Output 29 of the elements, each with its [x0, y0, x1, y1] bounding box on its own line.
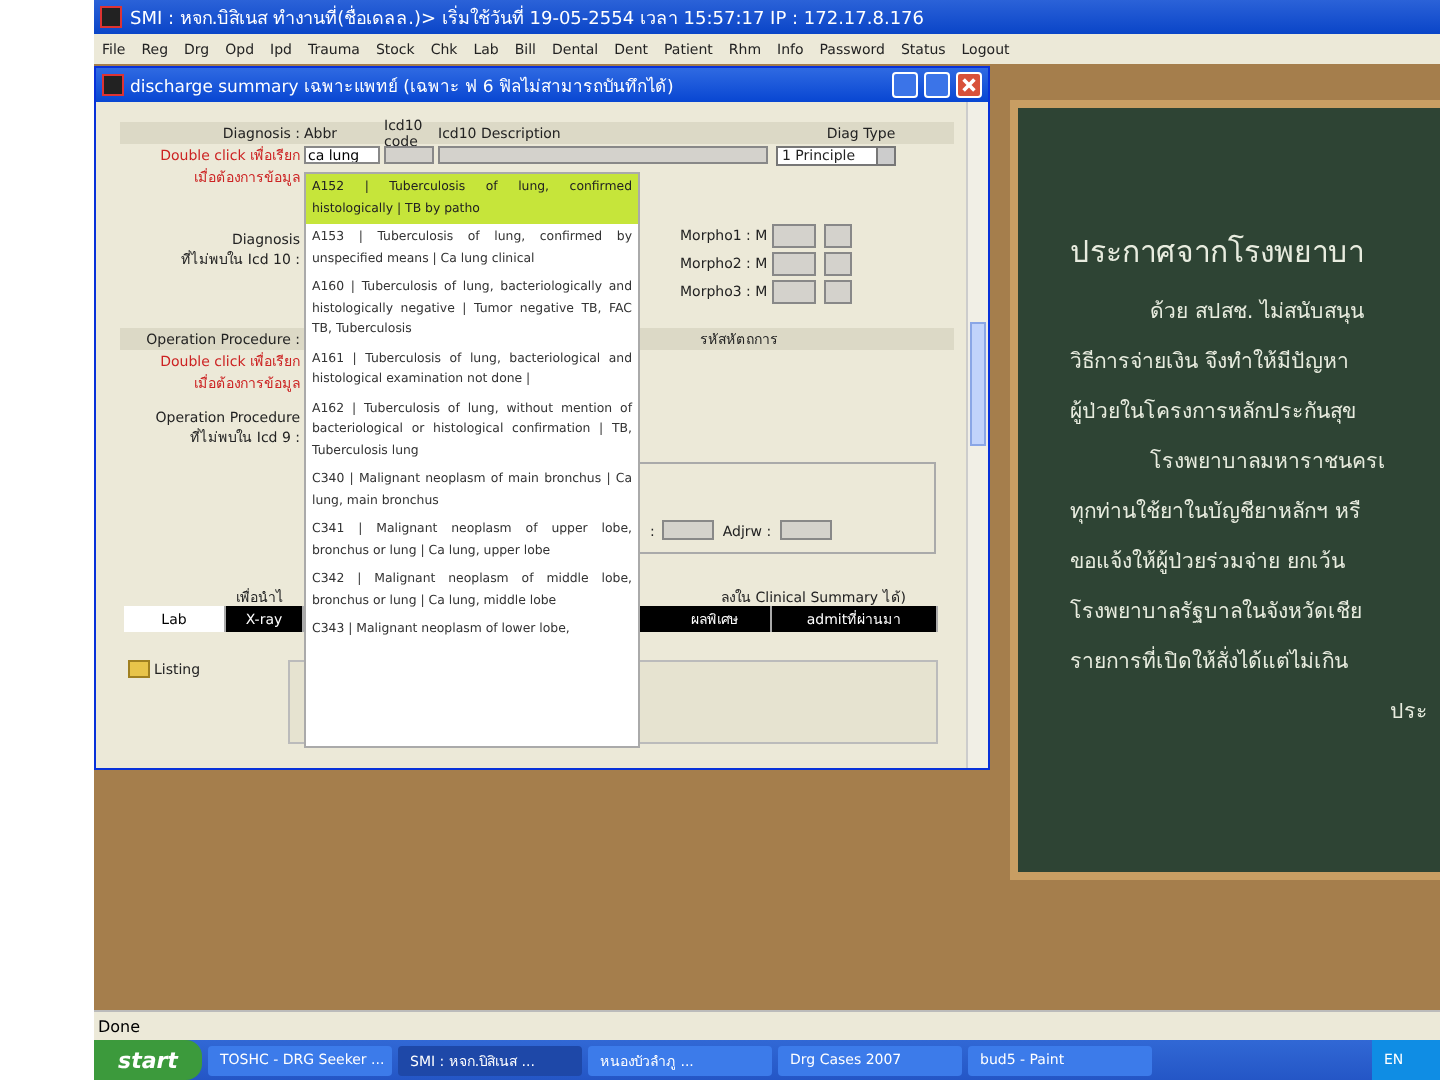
morpho-field[interactable] [824, 280, 852, 304]
close-icon [960, 76, 978, 94]
icd10-description-field[interactable] [438, 146, 768, 164]
board-text: ผู้ป่วยในโครงการหลักประกันสุข [1070, 397, 1358, 428]
close-button[interactable] [956, 72, 982, 98]
morpho-field[interactable] [772, 252, 816, 276]
board-title: ประกาศจากโรงพยาบา [1070, 232, 1366, 274]
icd10-code-field[interactable] [384, 146, 434, 164]
start-button[interactable]: start [94, 1040, 202, 1080]
board-text: โรงพยาบาลรัฐบาลในจังหวัดเชีย [1070, 597, 1364, 628]
dialog-title: discharge summary เฉพาะแพทย์ (เฉพาะ ฟ 6 ฟิลไม่สามารถบันทึกได้) [130, 74, 676, 99]
scrollbar[interactable] [966, 102, 988, 768]
board-text: วิธีการจ่ายเงิน จึงทำให้มีปัญหา [1070, 347, 1351, 378]
board-text: ทุกท่านใช้ยาในบัญชียาหลักฯ หรื [1070, 497, 1363, 528]
board-text: ด้วย สปสช. ไม่สนับสนุน [1148, 297, 1367, 328]
board-text: โรงพยาบาลมหาราชนครเ [1148, 447, 1388, 478]
board-text: รายการที่เปิดให้สั่งได้แต่ไม่เกิน [1070, 644, 1350, 678]
scroll-thumb[interactable] [970, 322, 986, 446]
morpho-field[interactable] [772, 280, 816, 304]
morpho-field[interactable] [824, 224, 852, 248]
text-field[interactable] [662, 520, 715, 540]
morpho-field[interactable] [772, 224, 816, 248]
status-text: Done [98, 1017, 141, 1035]
folder-icon [128, 660, 150, 678]
board-text: ขอแจ้งให้ผู้ป่วยร่วมจ่าย ยกเว้น [1070, 547, 1347, 578]
morpho-field[interactable] [824, 252, 852, 276]
window-title: SMI : หจก.บิสิเนส ทำงานที่(ชื่อเดลล.)> เริ่มใช้วันที่ 19-05-2554 เวลา 15:57:17 IP : 172.17.8.176 [130, 3, 925, 31]
board-text: ประ [1388, 698, 1430, 728]
adjrw-field[interactable] [779, 520, 832, 540]
